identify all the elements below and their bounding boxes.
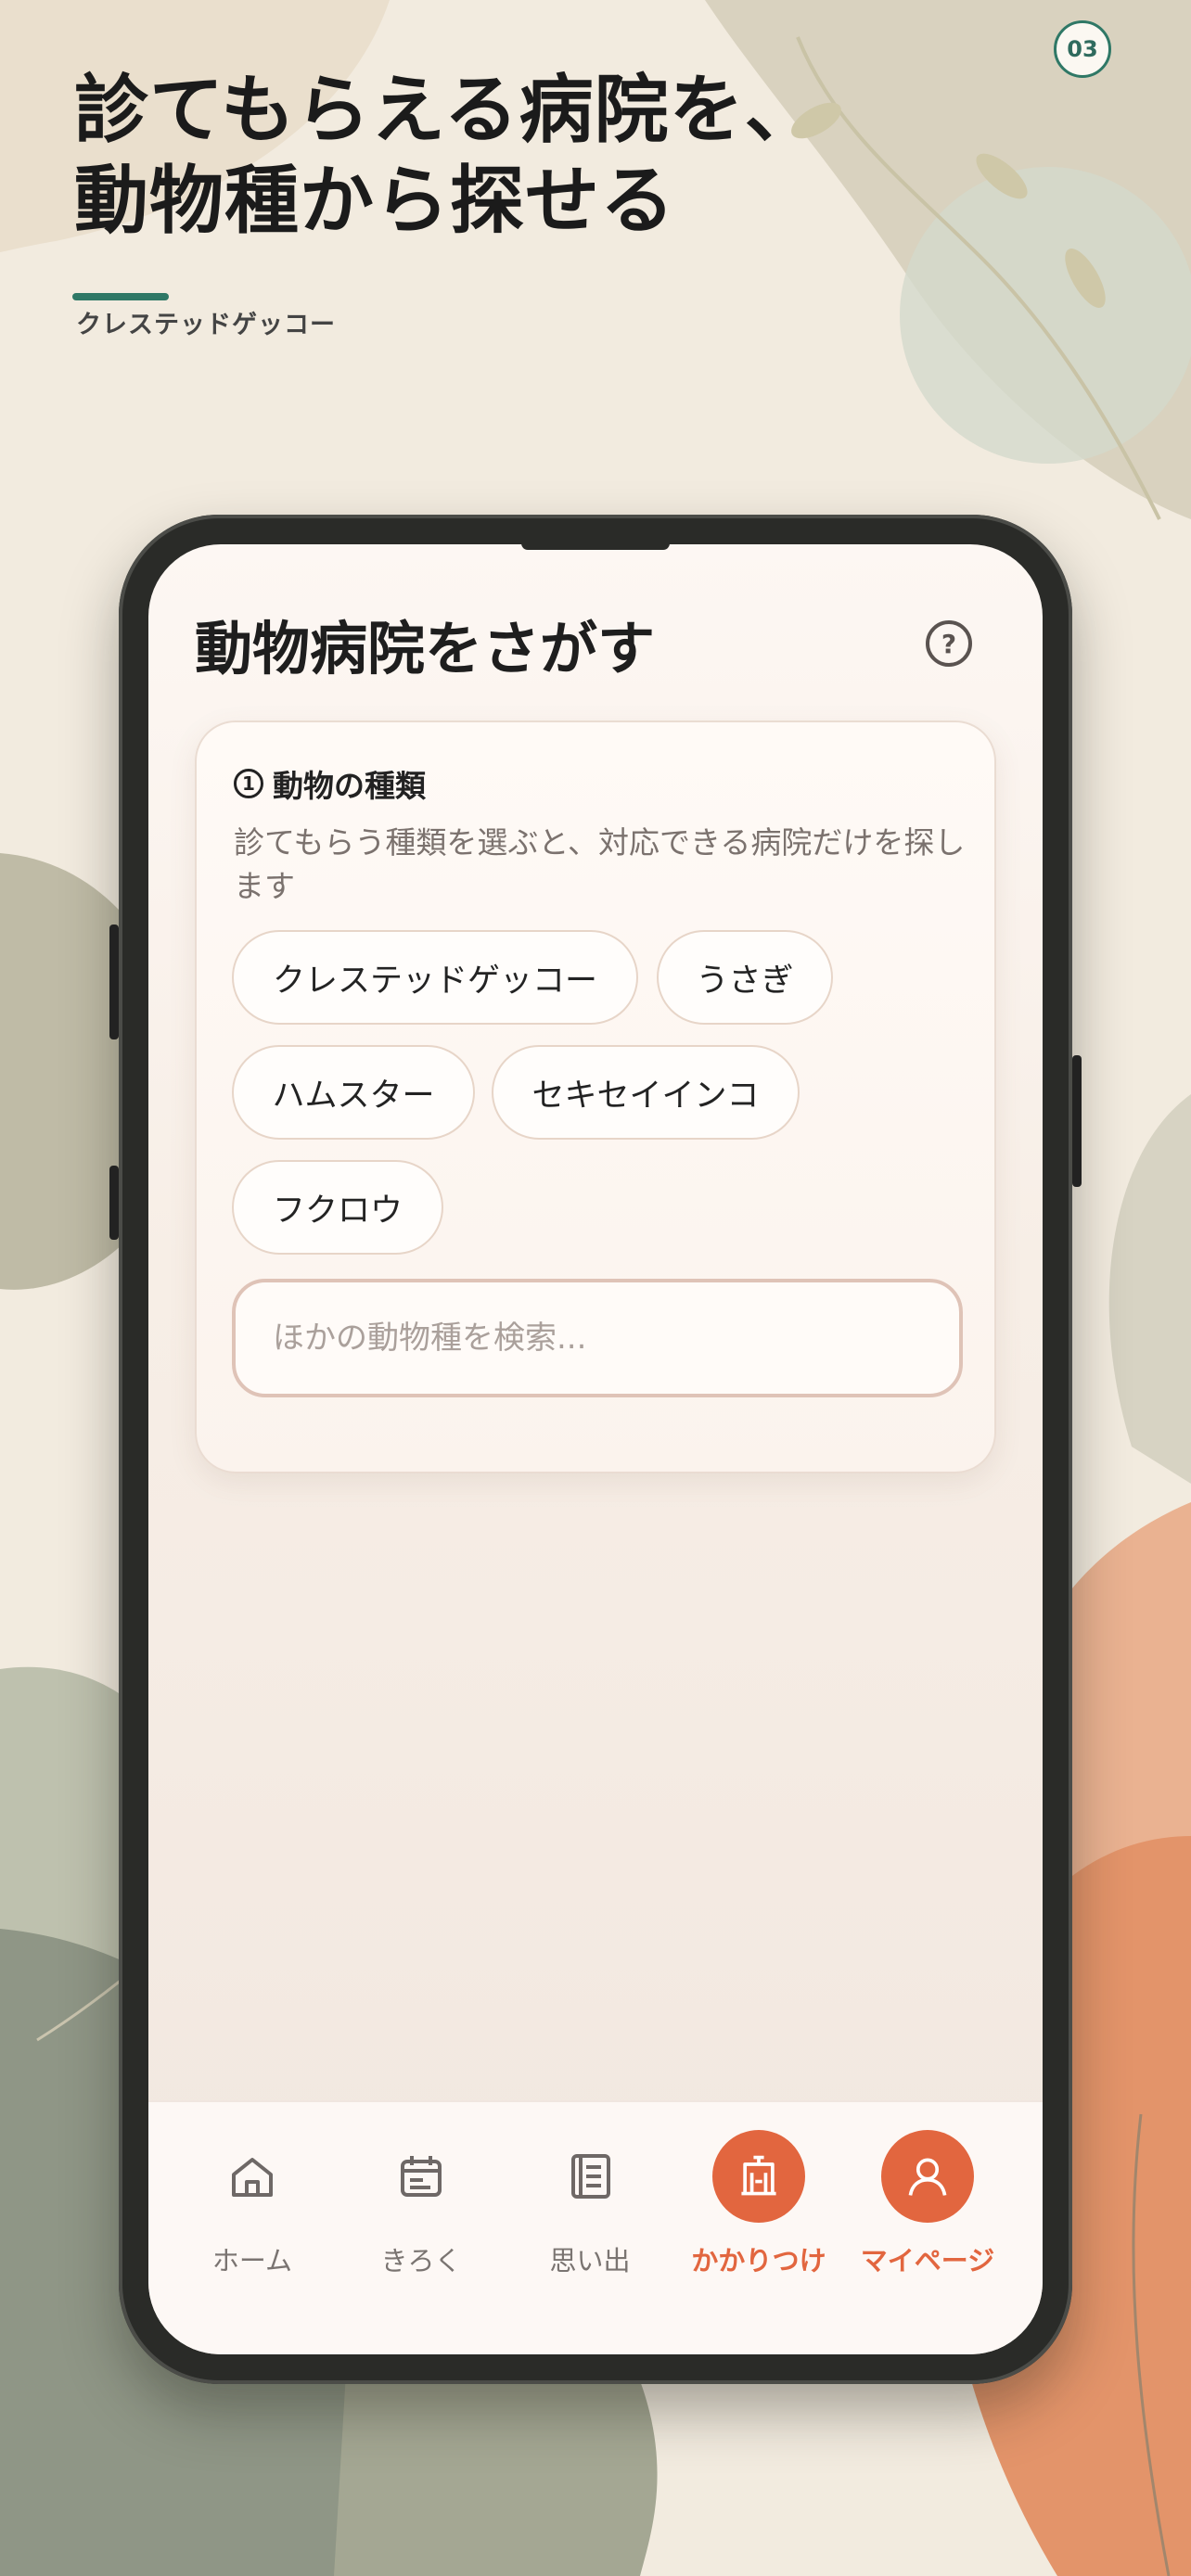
species-chip-owl[interactable]: フクロウ <box>232 1160 443 1255</box>
species-section-title: 動物の種類 <box>273 768 426 804</box>
promo-headline-line-1: 診てもらえる病院を、 <box>74 67 820 153</box>
calendar-icon <box>375 2130 467 2223</box>
species-chip-crested-gecko[interactable]: クレステッドゲッコー <box>232 930 638 1025</box>
phone-frame: 動物病院をさがす ? 1 動物の種類 診てもらう種類を選ぶと、対応できる病院だけ… <box>109 515 1082 2384</box>
phone-power-button <box>1072 1055 1082 1187</box>
bottom-nav: ホーム きろく 思い出 かかりつけ マイページ <box>148 2100 1043 2354</box>
nav-item-records[interactable]: きろく <box>336 2130 506 2297</box>
app-screen: 動物病院をさがす ? 1 動物の種類 診てもらう種類を選ぶと、対応できる病院だけ… <box>148 544 1043 2354</box>
accent-line <box>72 293 169 300</box>
help-button[interactable]: ? <box>926 620 972 667</box>
step-badge: 03 <box>1054 20 1111 78</box>
notebook-icon <box>544 2130 636 2223</box>
phone-volume-down-button <box>109 1166 119 1240</box>
species-search-input[interactable] <box>232 1279 963 1397</box>
home-icon <box>206 2130 299 2223</box>
user-icon <box>881 2130 974 2223</box>
nav-label-memories: 思い出 <box>549 2245 631 2276</box>
species-chip-hamster[interactable]: ハムスター <box>232 1045 475 1140</box>
species-chip-budgerigar[interactable]: セキセイインコ <box>492 1045 800 1140</box>
question-circle-icon: ? <box>941 628 957 659</box>
species-card: 1 動物の種類 診てもらう種類を選ぶと、対応できる病院だけを探します クレステッ… <box>195 721 996 1473</box>
nav-item-family-vet[interactable]: かかりつけ <box>673 2130 844 2297</box>
promo-headline: 診てもらえる病院を、 動物種から探せる <box>74 65 909 247</box>
nav-label-home: ホーム <box>211 2245 293 2276</box>
nav-label-family-vet: かかりつけ <box>691 2245 826 2276</box>
species-section-label: 1 動物の種類 <box>234 761 426 806</box>
species-chip-rabbit[interactable]: うさぎ <box>657 930 833 1025</box>
nav-item-home[interactable]: ホーム <box>167 2130 338 2297</box>
promo-headline-line-2: 動物種から探せる <box>74 158 675 244</box>
nav-item-mypage[interactable]: マイページ <box>842 2130 1013 2297</box>
hospital-icon <box>712 2130 805 2223</box>
page-title: 動物病院をさがす <box>195 615 656 682</box>
nav-label-records: きろく <box>380 2245 462 2276</box>
nav-item-memories[interactable]: 思い出 <box>505 2130 675 2297</box>
nav-label-mypage: マイページ <box>860 2245 995 2276</box>
step-number: 1 <box>234 769 263 798</box>
phone-speaker <box>521 544 670 550</box>
promo-subtitle: クレステッドゲッコー <box>76 311 336 339</box>
species-section-description: 診てもらう種類を選ぶと、対応できる病院だけを探します <box>234 824 966 904</box>
phone-volume-up-button <box>109 925 119 1039</box>
